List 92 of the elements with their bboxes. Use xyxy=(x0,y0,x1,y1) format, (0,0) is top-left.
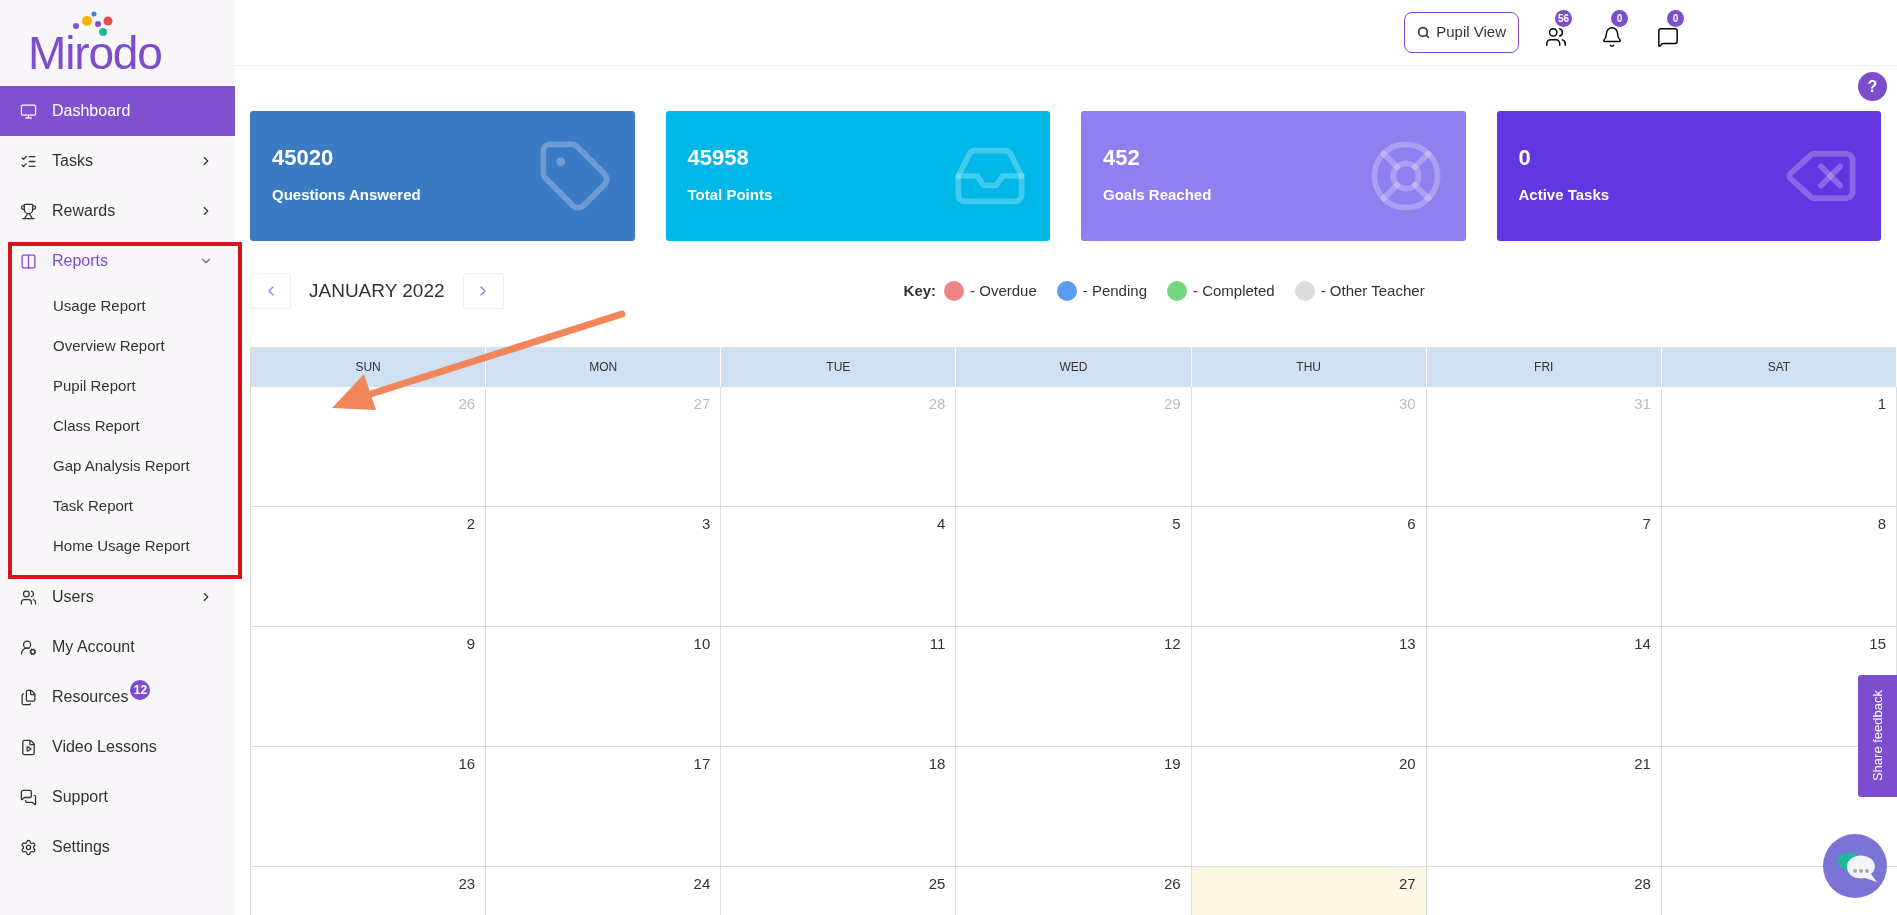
stat-value: 45020 xyxy=(272,144,335,172)
submenu-item[interactable]: Gap Analysis Report xyxy=(0,446,235,486)
day-number: 31 xyxy=(1634,394,1651,414)
day-number: 30 xyxy=(1399,394,1416,414)
video-file-icon xyxy=(20,738,37,756)
weekday-header: MON xyxy=(486,347,722,387)
count-badge: 56 xyxy=(1555,9,1573,27)
stat-value: 45958 xyxy=(687,144,750,172)
legend-label: - Other Teacher xyxy=(1320,280,1425,301)
trophy-icon xyxy=(20,202,37,220)
count-badge: 0 xyxy=(1611,9,1628,27)
day-number: 14 xyxy=(1634,634,1651,654)
monitor-icon xyxy=(20,102,37,120)
day-number: 10 xyxy=(693,634,711,654)
count-badge: 0 xyxy=(1667,9,1684,27)
day-number: 27 xyxy=(1399,874,1416,894)
day-number: 2 xyxy=(466,514,476,534)
sidebar-item[interactable]: Resources 12 xyxy=(0,672,235,722)
stat-label: Questions Answered xyxy=(272,185,422,205)
stat-value: 0 xyxy=(1518,144,1532,172)
day-number: 9 xyxy=(466,634,476,654)
day-number: 21 xyxy=(1634,754,1651,774)
day-number: 24 xyxy=(693,874,711,894)
legend-label: - Pending xyxy=(1082,280,1147,301)
users-icon[interactable] xyxy=(1545,25,1567,48)
sidebar-item[interactable]: My Account xyxy=(0,622,235,672)
weekday-header: SAT xyxy=(1661,347,1897,387)
day-number: 17 xyxy=(693,754,711,774)
weekday-header: FRI xyxy=(1426,347,1662,387)
user-icon xyxy=(20,638,37,656)
sidebar-item[interactable]: Users xyxy=(0,572,235,622)
submenu-item[interactable]: Pupil Report xyxy=(0,366,235,406)
sidebar-item[interactable]: Reports xyxy=(0,236,235,286)
legend-label: - Completed xyxy=(1193,280,1275,301)
documents-icon xyxy=(20,688,37,706)
submenu-item[interactable]: Task Report xyxy=(0,486,235,526)
day-number: 16 xyxy=(458,754,476,774)
count-badge: 12 xyxy=(130,680,151,700)
day-number: 26 xyxy=(458,394,476,414)
sidebar-item[interactable]: Support xyxy=(0,772,235,822)
sidebar-item[interactable]: Video Lessons xyxy=(0,722,235,772)
bell-icon[interactable] xyxy=(1601,25,1623,48)
weekday-header: THU xyxy=(1191,347,1427,387)
stat-label: Active Tasks xyxy=(1518,185,1611,205)
feedback-tab[interactable]: Share feedback xyxy=(1858,675,1897,797)
stat-label: Goals Reached xyxy=(1103,185,1213,205)
day-number: 13 xyxy=(1399,634,1416,654)
day-number: 5 xyxy=(1172,514,1181,534)
day-number: 25 xyxy=(928,874,946,894)
month-title: JANUARY 2022 xyxy=(309,278,445,303)
day-number: 3 xyxy=(701,514,711,534)
stat-value: 452 xyxy=(1103,144,1141,172)
day-number: 12 xyxy=(1163,634,1181,654)
day-number: 7 xyxy=(1642,514,1651,534)
submenu-item[interactable]: Usage Report xyxy=(0,286,235,326)
chat-bubbles-icon xyxy=(20,788,37,806)
submenu-item[interactable]: Class Report xyxy=(0,406,235,446)
help-button[interactable]: ? xyxy=(1858,72,1887,101)
sidebar-item[interactable]: Tasks xyxy=(0,136,235,186)
sidebar-item[interactable]: Settings xyxy=(0,822,235,872)
legend-label: - Overdue xyxy=(970,280,1037,301)
day-number: 29 xyxy=(1163,394,1181,414)
day-number: 1 xyxy=(1877,394,1886,414)
day-number: 23 xyxy=(458,874,476,894)
day-number: 4 xyxy=(937,514,946,534)
users-icon xyxy=(20,588,37,606)
day-number: 26 xyxy=(1163,874,1181,894)
submenu-item[interactable]: Home Usage Report xyxy=(0,526,235,566)
day-number: 27 xyxy=(693,394,711,414)
day-number: 8 xyxy=(1877,514,1886,534)
sidebar-item[interactable]: Dashboard xyxy=(0,86,235,136)
legend-title: Key: xyxy=(903,280,937,301)
day-number: 28 xyxy=(928,394,946,414)
day-number: 11 xyxy=(929,634,946,654)
day-number: 28 xyxy=(1634,874,1651,894)
day-number: 19 xyxy=(1163,754,1181,774)
weekday-header: WED xyxy=(956,347,1192,387)
sidebar-item[interactable]: Rewards xyxy=(0,186,235,236)
weekday-header: TUE xyxy=(721,347,957,387)
chat-bubble-icon[interactable] xyxy=(1823,834,1887,898)
stat-label: Total Points xyxy=(687,185,774,205)
day-number: 15 xyxy=(1869,634,1886,654)
day-number: 18 xyxy=(928,754,946,774)
settings-icon xyxy=(20,838,37,856)
submenu-item[interactable]: Overview Report xyxy=(0,326,235,366)
day-number: 6 xyxy=(1407,514,1416,534)
chat-icon[interactable] xyxy=(1657,25,1679,48)
day-number: 20 xyxy=(1399,754,1416,774)
search-icon xyxy=(1417,26,1431,39)
pupil-view-button[interactable]: Pupil View xyxy=(1404,12,1519,53)
logo-text: Mirodo xyxy=(28,30,162,76)
columns-icon xyxy=(20,252,37,270)
